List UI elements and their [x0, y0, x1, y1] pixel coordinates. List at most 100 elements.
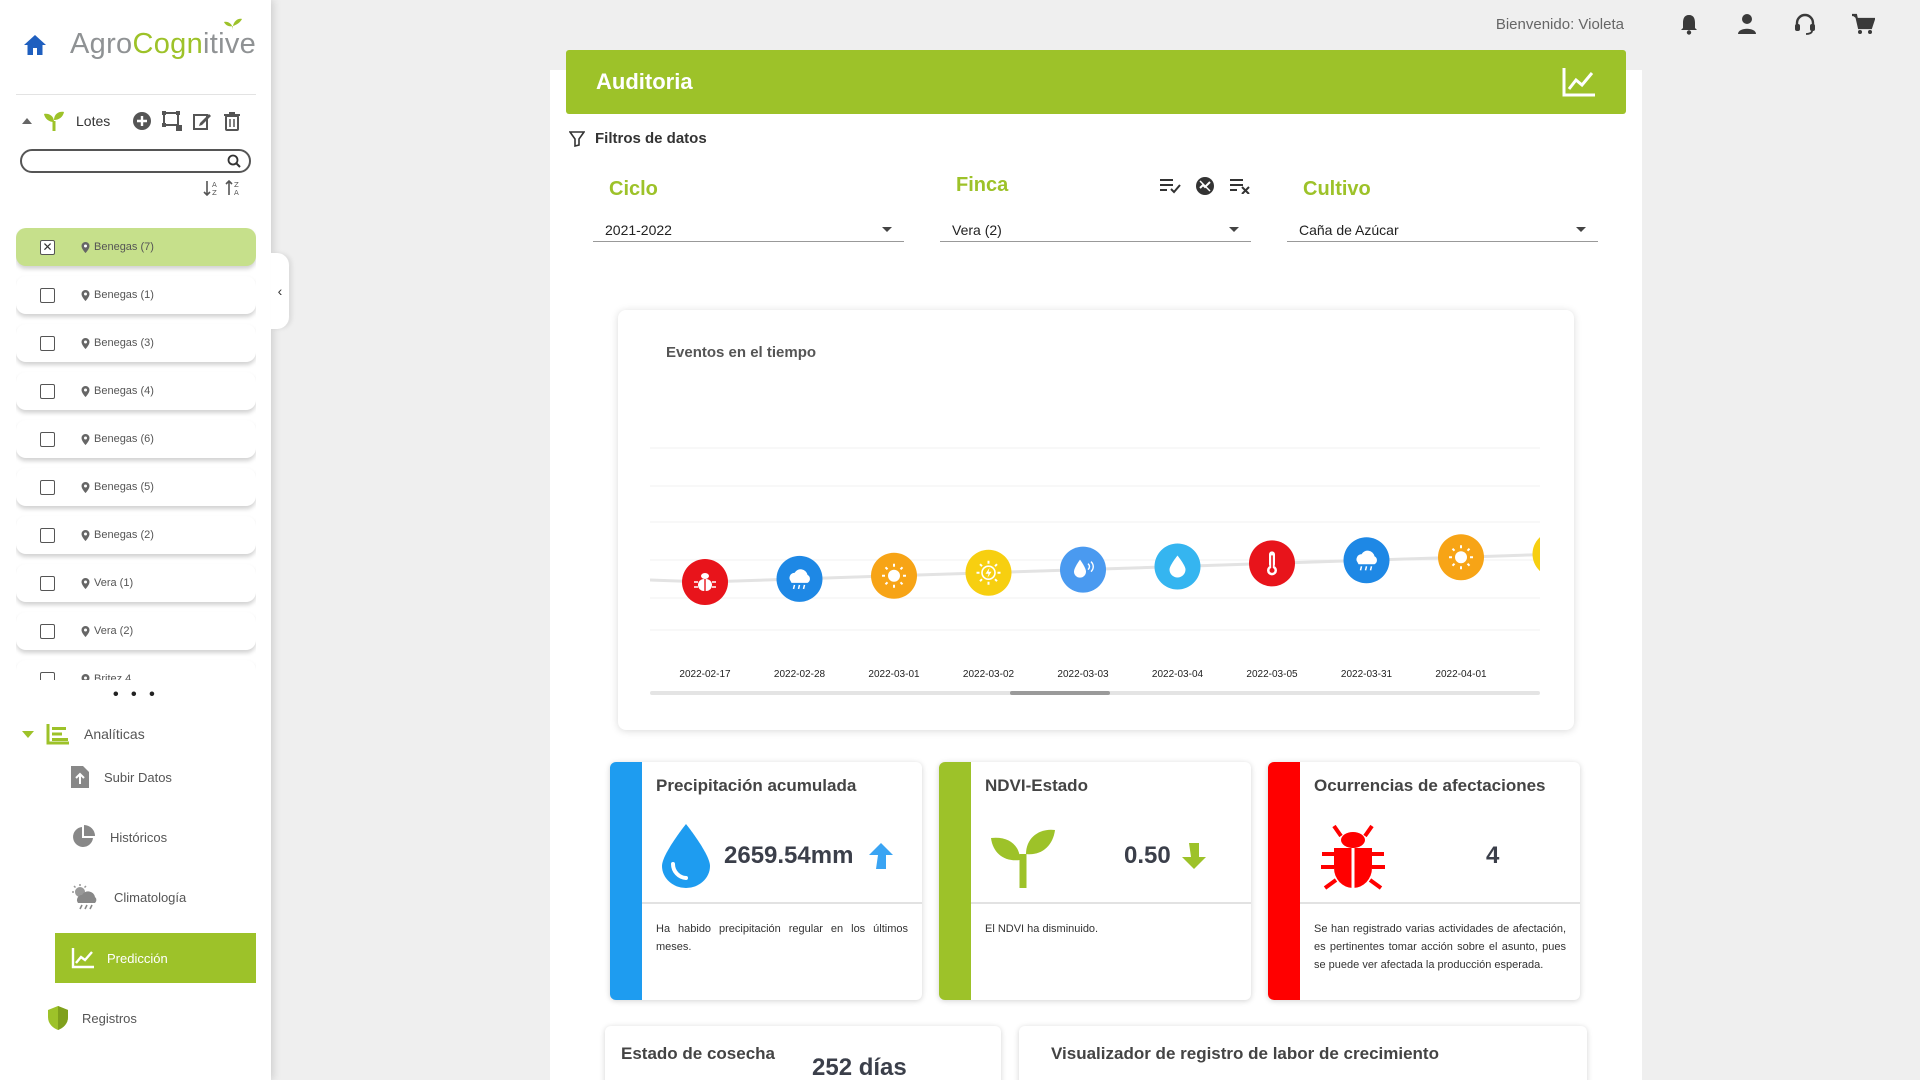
location-pin-icon	[81, 481, 90, 493]
nav-historicos[interactable]: Históricos	[70, 822, 167, 852]
draw-polygon-button[interactable]	[160, 109, 184, 133]
lot-checkbox[interactable]	[40, 479, 55, 495]
notifications-button[interactable]	[1672, 10, 1706, 38]
nav-prediccion[interactable]: Predicción	[55, 933, 256, 983]
search-icon[interactable]	[227, 154, 241, 168]
collapse-sidebar-button[interactable]: ‹	[271, 253, 289, 329]
rain-cloud-event-marker[interactable]	[776, 555, 823, 602]
sun-event-marker[interactable]	[1438, 534, 1484, 581]
collapse-lotes-caret[interactable]	[22, 118, 32, 124]
lot-label: Britez 4	[94, 673, 132, 680]
water-drop-event-marker[interactable]	[1154, 543, 1201, 590]
thermometer-event-marker[interactable]	[1249, 540, 1295, 587]
card-color-band	[610, 762, 642, 1000]
filter-icon	[569, 130, 585, 147]
timeline-scroll-thumb[interactable]	[1010, 691, 1110, 695]
location-pin-icon	[81, 577, 90, 589]
timeline-date-label: 2022-03-04	[1152, 669, 1204, 680]
lot-label: Benegas (4)	[94, 385, 154, 397]
timeline-date-label: 2022-03-31	[1341, 669, 1393, 680]
page-title: Auditoria	[596, 69, 693, 94]
nav-registros[interactable]: Registros	[46, 1003, 137, 1033]
filter-ciclo-label: Ciclo	[609, 178, 658, 200]
more-lots-indicator[interactable]: • • •	[113, 686, 159, 704]
card-title: Precipitación acumulada	[656, 776, 857, 795]
cultivo-select[interactable]: Caña de Azúcar	[1287, 218, 1598, 242]
trend-down-arrow-icon	[1182, 843, 1206, 869]
lot-search-input[interactable]	[32, 151, 222, 171]
select-all-icon[interactable]	[1159, 176, 1181, 194]
lot-list-item[interactable]: Benegas (6)	[16, 420, 256, 458]
location-pin-icon	[81, 241, 90, 253]
humidity-event-marker[interactable]	[1060, 546, 1106, 593]
weather-cloud-icon	[72, 884, 97, 910]
card-divider	[971, 902, 1251, 904]
cart-button[interactable]	[1846, 10, 1880, 38]
afectaciones-description: Se han registrado varias actividades de …	[1314, 923, 1566, 971]
lot-checkbox[interactable]	[40, 575, 55, 591]
lot-list: ✕ Benegas (7) Benegas (1) Benegas (3) Benega…	[16, 228, 256, 680]
caret-down-icon	[22, 730, 34, 738]
shield-icon	[48, 1006, 68, 1030]
lot-list-item[interactable]: Benegas (4)	[16, 372, 256, 410]
nav-analiticas[interactable]: Analíticas	[22, 721, 145, 747]
analytics-list-icon	[46, 724, 69, 745]
rain-cloud-event-marker[interactable]	[1343, 537, 1390, 584]
lot-list-item[interactable]: Benegas (1)	[16, 276, 256, 314]
precipitation-card: Precipitación acumulada 2659.54mm Ha hab…	[610, 762, 922, 1000]
filter-finca: Finca Vera (2)	[940, 174, 1251, 242]
lot-list-item[interactable]: Benegas (5)	[16, 468, 256, 506]
user-icon	[1738, 14, 1756, 34]
sun-bolt-event-marker[interactable]	[1532, 531, 1541, 577]
lot-checkbox[interactable]	[40, 671, 55, 680]
sun-event-marker[interactable]	[871, 552, 917, 599]
invert-selection-icon[interactable]	[1195, 176, 1215, 196]
water-drop-icon	[662, 824, 710, 888]
growth-log-viewer-card: Visualizador de registro de labor de cre…	[1019, 1026, 1587, 1080]
nav-subir-datos[interactable]: Subir Datos	[70, 762, 172, 792]
timeline-date-label: 2022-04-01	[1435, 669, 1487, 680]
nav-climatologia[interactable]: Climatología	[70, 882, 186, 912]
user-profile-button[interactable]	[1730, 10, 1764, 38]
chart-line-icon[interactable]	[1562, 67, 1596, 97]
location-pin-icon	[81, 433, 90, 445]
location-pin-icon	[81, 337, 90, 349]
lot-checkbox[interactable]	[40, 623, 55, 639]
sort-ascending-icon[interactable]: AZ	[203, 180, 221, 196]
lot-list-item[interactable]: Vera (1)	[16, 564, 256, 602]
ciclo-select[interactable]: 2021-2022	[593, 218, 904, 242]
polygon-draw-icon	[162, 111, 183, 131]
bug-event-marker[interactable]	[682, 559, 728, 605]
lot-list-item[interactable]: ✕ Benegas (7)	[16, 228, 256, 266]
lot-checkbox[interactable]: ✕	[40, 239, 55, 255]
lot-checkbox[interactable]	[40, 383, 55, 399]
lot-checkbox[interactable]	[40, 431, 55, 447]
timeline-date-label: 2022-03-02	[963, 669, 1015, 680]
trend-line-icon	[71, 948, 94, 969]
lotes-header: Lotes	[22, 108, 244, 134]
lot-list-item[interactable]: Benegas (2)	[16, 516, 256, 554]
finca-select[interactable]: Vera (2)	[940, 218, 1251, 242]
lot-checkbox[interactable]	[40, 527, 55, 543]
clear-selection-icon[interactable]	[1229, 176, 1251, 194]
lot-list-item[interactable]: Vera (2)	[16, 612, 256, 650]
location-pin-icon	[81, 673, 90, 680]
lot-checkbox[interactable]	[40, 287, 55, 303]
logo-row: AgroCognitive	[22, 18, 256, 61]
lot-search-box	[20, 149, 251, 173]
sort-descending-icon[interactable]: ZA	[225, 180, 243, 196]
sidebar-separator	[16, 94, 256, 95]
sun-bolt-event-marker[interactable]	[965, 549, 1012, 596]
add-lot-button[interactable]	[130, 109, 154, 133]
home-icon[interactable]	[22, 33, 48, 57]
edit-lot-button[interactable]	[190, 109, 214, 133]
events-timeline: 2022-02-17 2022-02-28 2022-03-01 2022-03-02…	[650, 447, 1541, 680]
timeline-scrollbar[interactable]	[650, 691, 1540, 695]
afectaciones-card: Ocurrencias de afectaciones 4 Se han reg…	[1268, 762, 1580, 1000]
lot-list-item[interactable]: Britez 4	[16, 660, 256, 680]
lot-label: Benegas (1)	[94, 289, 154, 301]
delete-lot-button[interactable]	[220, 109, 244, 133]
lot-list-item[interactable]: Benegas (3)	[16, 324, 256, 362]
support-button[interactable]	[1788, 10, 1822, 38]
lot-checkbox[interactable]	[40, 335, 55, 351]
